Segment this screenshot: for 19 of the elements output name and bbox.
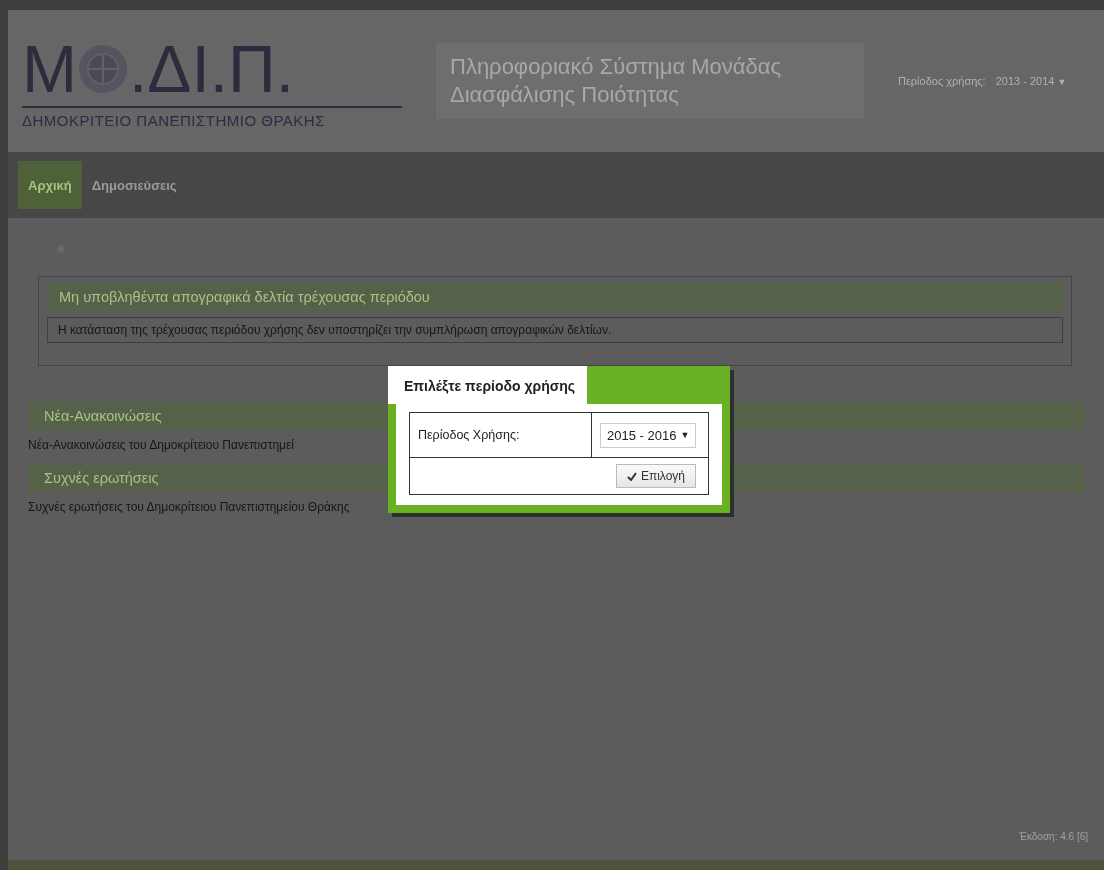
globe-icon <box>77 42 129 95</box>
panel-title: Μη υποβληθέντα απογραφικά δελτία τρέχουσας περιόδου <box>47 283 1063 311</box>
field-label: Περίοδος Χρήσης: <box>409 412 592 458</box>
period-select[interactable]: 2015 - 2016 ▼ <box>600 422 697 448</box>
select-button[interactable]: Επιλογή <box>615 464 696 488</box>
check-icon <box>626 471 637 481</box>
period-dropdown[interactable]: 2013 - 2014 ▼ <box>995 75 1067 87</box>
logo-text: .ΔΙ.Π. <box>129 33 295 104</box>
version-text: Έκδοση: 4.6 [6] <box>1019 831 1088 842</box>
dialog-title: Επιλέξτε περίοδο χρήσης <box>388 366 588 404</box>
nav-tab[interactable]: Δημοσιεύσεις <box>81 161 187 209</box>
section-text: Νέα-Ανακοινώσεις του Δημοκρίτειου Πανεπιστημεί <box>28 438 294 454</box>
nav-tab[interactable]: Αρχική <box>18 161 82 209</box>
status-message: Η κατάσταση της τρέχουσας περιόδου χρήσης δεν υποστηρίζει την συμπλήρωση απογραφικών δελτίων. <box>47 317 1063 343</box>
period-label: Περίοδος χρήσης: <box>898 75 986 87</box>
university-name: ΔΗΜΟΚΡΙΤΕΙΟ ΠΑΝΕΠΙΣΤΗΜΙΟ ΘΡΑΚΗΣ <box>22 111 326 129</box>
system-title: Πληροφοριακό Σύστημα Μονάδας Διασφάλισης Ποιότητας <box>436 43 864 119</box>
logo-letter: Μ <box>22 33 77 104</box>
section-text: Συχνές ερωτήσεις του Δημοκρίτειου Πανεπιστημείου Θράκης <box>28 500 350 516</box>
